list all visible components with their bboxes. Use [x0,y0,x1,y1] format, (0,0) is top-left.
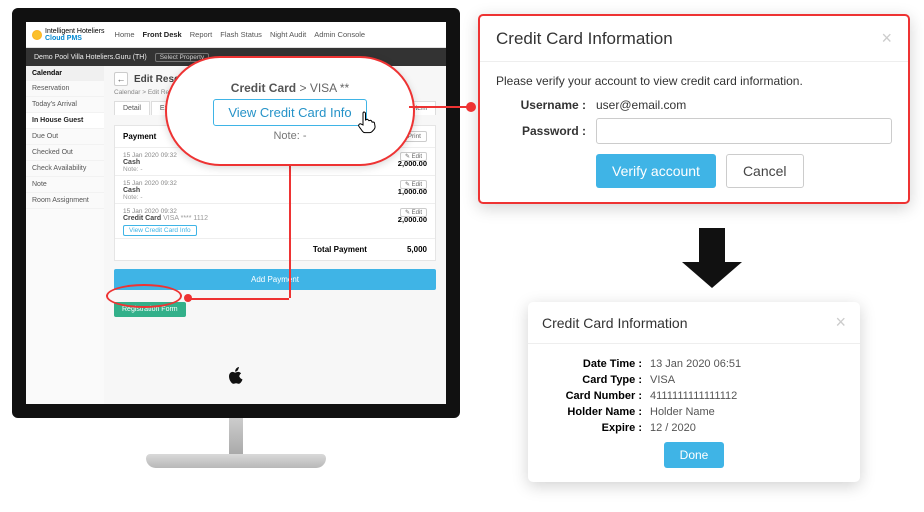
topnav-adminconsole[interactable]: Admin Console [314,30,365,39]
sidebar-item-reservation[interactable]: Reservation [26,81,104,97]
password-input[interactable] [596,118,892,144]
view-credit-card-info-button-large[interactable]: View Credit Card Info [213,99,366,126]
annotation-line [289,160,291,270]
sidebar: Calendar Reservation Today's Arrival In … [26,66,104,404]
modal-title: Credit Card Information [542,315,688,331]
topnav-home[interactable]: Home [115,30,135,39]
logo: Intelligent Hoteliers Cloud PMS [32,28,105,42]
callout-title: Credit Card > VISA ** [231,81,349,95]
payment-item-cc: ✎ Edit 15 Jan 2020 09:32 Credit Card VIS… [115,203,435,238]
verify-account-button[interactable]: Verify account [596,154,716,188]
payment-title: Payment [123,132,156,141]
callout-note: Note: - [273,130,306,142]
username-label: Username : [496,98,586,112]
verify-modal: Credit Card Information × Please verify … [478,14,910,204]
holdername-label: Holder Name : [542,406,642,418]
payment-method: Credit Card VISA **** 1112 [123,215,208,222]
sidebar-item-inhouse[interactable]: In House Guest [26,113,104,129]
sidebar-item-todays-arrival[interactable]: Today's Arrival [26,97,104,113]
back-button[interactable]: ← [114,72,128,86]
cancel-button[interactable]: Cancel [726,154,804,188]
modal-title: Credit Card Information [496,29,673,49]
total-label: Total Payment [313,245,367,254]
done-button[interactable]: Done [664,442,725,468]
annotation-dot [466,102,476,112]
edit-button[interactable]: ✎ Edit [400,208,427,217]
close-icon[interactable]: × [835,312,846,333]
topnav-flashstatus[interactable]: Flash Status [220,30,262,39]
sidebar-item-roomassign[interactable]: Room Assignment [26,193,104,209]
datetime-label: Date Time : [542,358,642,370]
top-nav: Home Front Desk Report Flash Status Nigh… [115,30,366,39]
total-row: Total Payment 5,000 [115,238,435,260]
payment-date: 15 Jan 2020 09:32 [123,180,427,187]
payment-note: Note: - [123,166,143,173]
topnav-report[interactable]: Report [190,30,213,39]
payment-note: Note: - [123,194,143,201]
edit-button[interactable]: ✎ Edit [400,152,427,161]
cursor-hand-icon [356,110,378,139]
add-payment-button[interactable]: Add Payment [114,269,436,290]
payment-method: Cash [123,159,143,166]
annotation-dot [184,294,192,302]
cardnumber-value: 4111111111111112 [650,390,737,402]
verify-message: Please verify your account to view credi… [496,74,892,88]
monitor-stand-neck [229,418,243,454]
sun-icon [32,30,42,40]
view-credit-card-info-button[interactable]: View Credit Card Info [123,225,197,236]
payment-date: 15 Jan 2020 09:32 [123,208,427,215]
sidebar-item-checkedout[interactable]: Checked Out [26,145,104,161]
arrow-down-icon [682,228,742,288]
annotation-line [289,269,291,298]
registration-form-button[interactable]: Registration Form [114,302,186,317]
annotation-line [191,298,289,300]
total-amount: 5,000 [407,245,427,254]
pms-header: Intelligent Hoteliers Cloud PMS Home Fro… [26,22,446,48]
payment-method: Cash [123,187,143,194]
sidebar-head: Calendar [26,66,104,81]
username-value: user@email.com [596,98,686,112]
close-icon[interactable]: × [881,28,892,49]
payment-item: ✎ Edit 15 Jan 2020 09:32 Cash Note: - 1,… [115,175,435,203]
expire-value: 12 / 2020 [650,422,696,434]
holdername-value: Holder Name [650,406,715,418]
topnav-nightaudit[interactable]: Night Audit [270,30,306,39]
password-label: Password : [496,124,586,138]
cardtype-value: VISA [650,374,675,386]
annotation-line [409,106,469,108]
sidebar-item-checkavail[interactable]: Check Availability [26,161,104,177]
expire-label: Expire : [542,422,642,434]
property-name: Demo Pool Villa Hoteliers.Guru (TH) [34,54,147,61]
sidebar-item-note[interactable]: Note [26,177,104,193]
topnav-frontdesk[interactable]: Front Desk [143,30,182,39]
sidebar-item-dueout[interactable]: Due Out [26,129,104,145]
tab-detail[interactable]: Detail [114,101,150,115]
edit-button[interactable]: ✎ Edit [400,180,427,189]
callout-bubble: Credit Card > VISA ** View Credit Card I… [165,56,415,166]
monitor-stand-base [146,454,326,468]
cardtype-label: Card Type : [542,374,642,386]
apple-logo-icon [228,367,244,390]
datetime-value: 13 Jan 2020 06:51 [650,358,741,370]
cc-info-modal: Credit Card Information × Date Time : 13 … [528,302,860,482]
logo-text: Intelligent Hoteliers Cloud PMS [45,28,105,42]
cardnumber-label: Card Number : [542,390,642,402]
